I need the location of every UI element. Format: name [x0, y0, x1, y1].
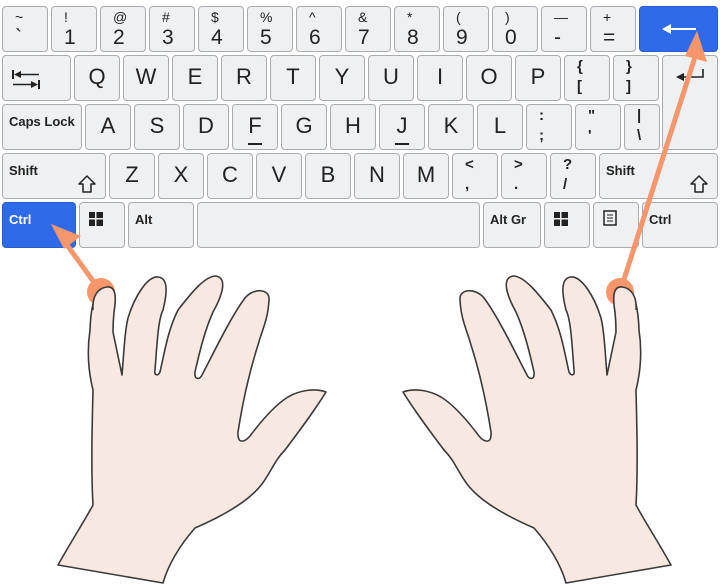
right-hand — [402, 275, 672, 584]
arrowhead-icon — [51, 224, 81, 249]
hands-layer — [51, 31, 707, 584]
right-pinky-arrow — [606, 31, 707, 306]
arrowhead-icon — [685, 31, 707, 62]
left-hand — [57, 275, 327, 584]
